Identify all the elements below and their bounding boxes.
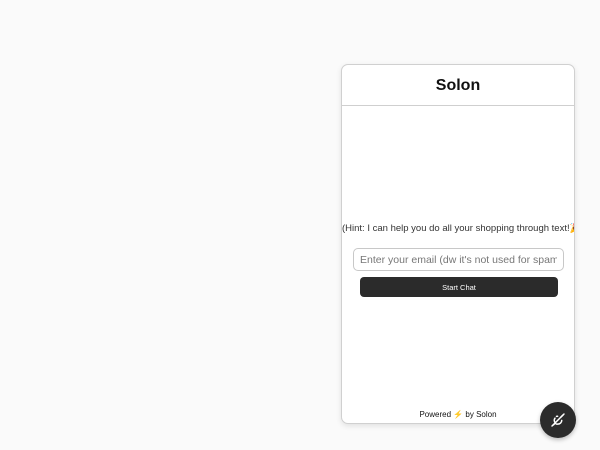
email-input[interactable] — [353, 248, 564, 271]
chat-title: Solon — [435, 77, 481, 94]
chat-header: Solon — [342, 65, 574, 106]
hint-text: (Hint: I can help you do all your shoppi… — [342, 223, 575, 234]
footer-suffix: by Solon — [463, 410, 497, 419]
footer-prefix: Powered — [419, 410, 454, 419]
chat-widget: Solon (Hint: I can help you do all your … — [341, 64, 575, 424]
chat-launcher-button[interactable] — [540, 402, 576, 438]
page: Solon (Hint: I can help you do all your … — [0, 0, 600, 450]
start-chat-button[interactable]: Start Chat — [360, 277, 558, 297]
chat-off-icon — [551, 413, 565, 427]
lightning-icon: ⚡ — [453, 410, 464, 419]
chat-body: (Hint: I can help you do all your shoppi… — [342, 106, 574, 406]
